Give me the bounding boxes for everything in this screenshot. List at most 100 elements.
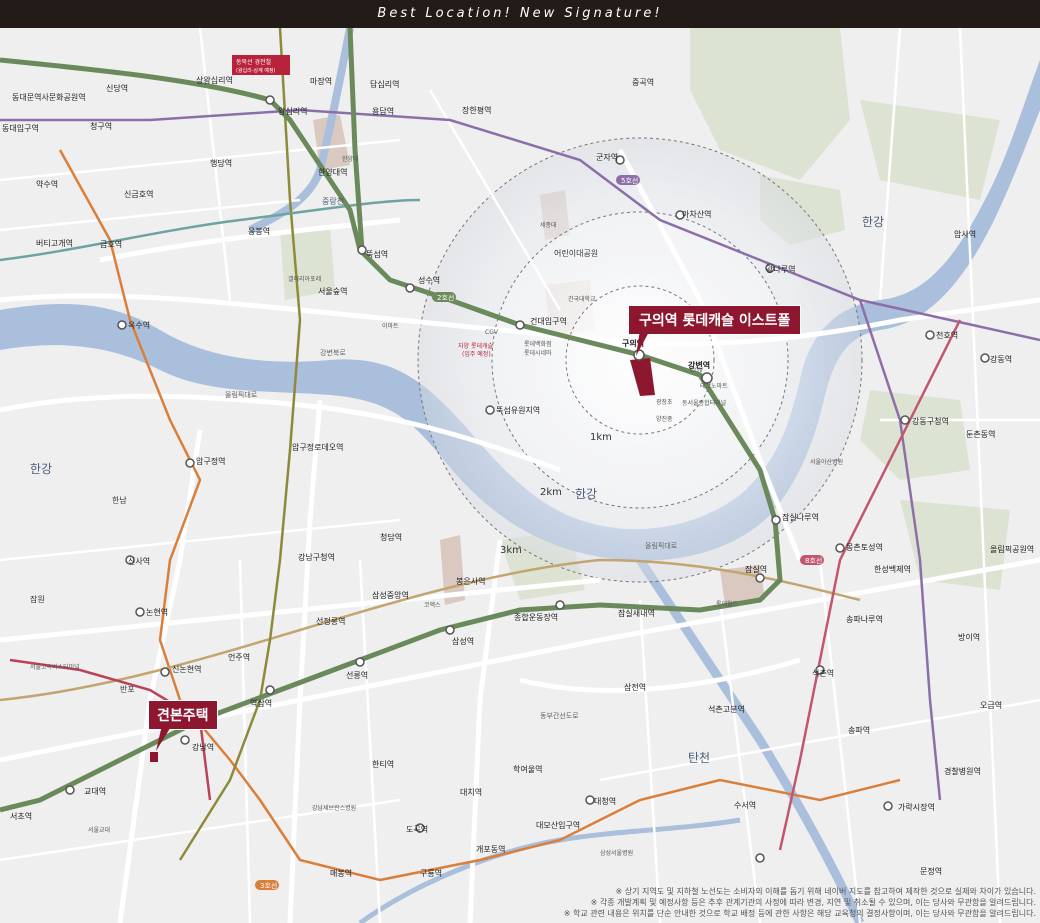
map-page: Best Location! New Signature! 1km 2km 3k… <box>0 0 1040 923</box>
landmark-kyobo: 서울교대 <box>88 826 110 834</box>
station-label-gangnam: 강남역 <box>192 742 214 752</box>
landmark-hannam: 한남 <box>112 496 127 505</box>
station-label-hanseong: 한성백제역 <box>874 564 911 574</box>
landmark-banpo: 반포 <box>120 685 135 694</box>
ring-label-1km: 1km <box>590 432 612 443</box>
station-label-seongsu: 성수역 <box>418 275 440 285</box>
landmark-jamwon: 잠원 <box>30 594 45 604</box>
line-badge-dongbuk-sub: (왕십리-상계 예정) <box>236 67 276 74</box>
station-label-geumho: 금호역 <box>100 239 122 249</box>
station-label-gwangnaru: 광나루역 <box>766 264 795 274</box>
station-label-achasan: 아차산역 <box>682 209 711 219</box>
location-map[interactable]: 1km 2km 3km 한강 한강 한강 탄천 중랑천 강변북로 올림픽대로 동… <box>0 28 1040 923</box>
station-label-hagyeoul: 학여울역 <box>513 764 542 774</box>
landmark-gangnam-sev: 강남세브란스병원 <box>312 804 356 812</box>
station-label-majang: 마장역 <box>310 76 332 86</box>
station-label-dongdae-gate: 동대입구역 <box>2 123 39 133</box>
page-title: Best Location! New Signature! <box>0 0 1040 28</box>
road-label-gangbyeon-north: 강변북로 <box>320 348 346 357</box>
landmark-coex: 코엑스 <box>424 602 441 609</box>
station-label-eungbong: 응봉역 <box>248 226 270 236</box>
station-label-suseo: 수서역 <box>734 800 756 810</box>
station-label-dapsimni: 답십리역 <box>370 79 399 89</box>
line-badge-5: 5호선 <box>621 176 638 185</box>
river-label-tancheon: 탄천 <box>688 750 710 765</box>
line-badge-8: 8호선 <box>805 556 822 565</box>
station-label-olympic-park: 올림픽공원역 <box>990 544 1034 554</box>
site-callout-pointer <box>636 330 650 356</box>
station-label-seocho: 서초역 <box>10 811 32 821</box>
landmark-gwangjang: 광장초 <box>656 398 673 406</box>
river-label-jungnang: 중랑천 <box>322 196 344 206</box>
landmark-techno-mart: 테크노마트 <box>700 382 728 390</box>
station-label-ttukseom-park: 뚝섬유원지역 <box>496 405 540 415</box>
landmark-jayang-lotte-sub: (입주 예정) <box>462 350 491 358</box>
station-label-dongdaemun: 동대문역사문화공원역 <box>12 92 86 102</box>
station-label-ttukseom: 뚝섬역 <box>366 249 388 259</box>
station-label-gangdong: 강동역 <box>990 354 1012 364</box>
landmark-cgv2: CGV <box>690 367 704 374</box>
landmark-samsung-med: 삼성서울병원 <box>600 849 633 857</box>
station-label-dogok: 도곡역 <box>406 824 428 834</box>
station-label-nonhyeon: 논현역 <box>146 607 168 617</box>
landmark-emart: 이마트 <box>382 322 399 330</box>
station-label-jamsilsaenae: 잠실새내역 <box>618 608 655 618</box>
station-label-daemosan: 대모산입구역 <box>536 820 580 830</box>
landmark-sejong: 세종대 <box>540 221 557 229</box>
station-label-seolleung: 선릉역 <box>346 670 368 680</box>
road-label-dongbu: 동부간선도로 <box>540 711 579 720</box>
station-label-samjeon: 삼전역 <box>624 682 646 692</box>
station-label-hanti: 한티역 <box>372 759 394 769</box>
landmark-jayang-lotte: 자양 롯데캐슬 <box>458 342 494 350</box>
station-label-gunja: 군자역 <box>596 152 618 162</box>
disclaimer-notes: ※ 상기 지역도 및 지하철 노선도는 소비자의 이해를 돕기 위해 네이버 지… <box>564 886 1036 919</box>
station-label-beotigogae: 버티고개역 <box>36 238 73 248</box>
station-label-ogeum: 오금역 <box>980 700 1002 710</box>
station-label-junggok: 중곡역 <box>632 77 654 87</box>
station-label-garak: 가락시장역 <box>898 802 935 812</box>
station-label-gangnam-gu: 강남구청역 <box>298 552 335 562</box>
station-label-cheongdam: 청담역 <box>380 532 402 542</box>
landmark-express: 서울고속버스터미널 <box>30 663 80 671</box>
station-label-bangi: 방이역 <box>958 632 980 642</box>
station-label-seokchon: 석촌역 <box>812 668 834 678</box>
station-label-mongchon: 몽촌토성역 <box>846 542 883 552</box>
model-house-callout-pointer <box>156 725 172 751</box>
site-callout-label: 구의역 롯데캐슬 이스트폴 <box>639 313 791 329</box>
station-label-songpanaru: 송파나루역 <box>846 614 883 624</box>
landmark-lotte-cinema: 롯데시네마 <box>524 349 552 357</box>
station-label-amsa: 암사역 <box>954 229 976 239</box>
station-label-konkuk: 건대입구역 <box>530 316 567 326</box>
landmark-hanyang: 한양대 <box>342 155 359 163</box>
station-label-seokchon-gobun: 석촌고분역 <box>708 704 745 714</box>
station-label-gangdong-gu: 강동구청역 <box>912 416 949 426</box>
station-label-hanyang: 한양대역 <box>318 167 347 177</box>
station-label-apgujeong: 압구정역 <box>196 456 225 466</box>
station-label-samseong-jungang: 삼성중앙역 <box>372 590 409 600</box>
line-badge-2: 2호선 <box>437 293 454 302</box>
station-label-jamsilnaru: 잠실나루역 <box>782 512 819 522</box>
station-label-maebong: 매봉역 <box>330 868 352 878</box>
station-label-daecheong: 대청역 <box>594 796 616 806</box>
station-label-gyeongchal: 경찰병원역 <box>944 766 981 776</box>
station-label-sangwangsimni: 상왕십리역 <box>196 75 233 85</box>
line-badge-3: 3호선 <box>260 881 277 890</box>
station-label-sinsa: 신사역 <box>128 556 150 566</box>
station-label-yongdap: 용답역 <box>372 106 394 116</box>
station-label-cheonho: 천호역 <box>936 330 958 340</box>
landmark-childrens-park: 어린이대공원 <box>554 248 598 258</box>
ring-label-3km: 3km <box>500 545 522 556</box>
station-label-janghanpyeong: 장한평역 <box>462 105 491 115</box>
station-label-munjeong: 문정역 <box>920 866 942 876</box>
station-label-seoul-forest: 서울숲역 <box>318 286 347 296</box>
station-label-sports: 종합운동장역 <box>514 612 558 622</box>
landmark-lotte-world: 롯데월드 <box>716 600 739 608</box>
station-label-sinnonhyeon: 신논현역 <box>172 664 201 674</box>
station-label-gaepo: 개포동역 <box>476 844 505 854</box>
station-label-yeoksam: 역삼역 <box>250 698 272 708</box>
station-label-sindang: 신당역 <box>106 83 128 93</box>
disclaimer-line: ※ 상기 지역도 및 지하철 노선도는 소비자의 이해를 돕기 위해 네이버 지… <box>615 887 1036 896</box>
station-label-bongeunsa: 봉은사역 <box>456 576 485 586</box>
road-label-olympic: 올림픽대로 <box>225 390 258 399</box>
line-badge-dongbuk: 동북선 경전철 <box>236 58 271 66</box>
